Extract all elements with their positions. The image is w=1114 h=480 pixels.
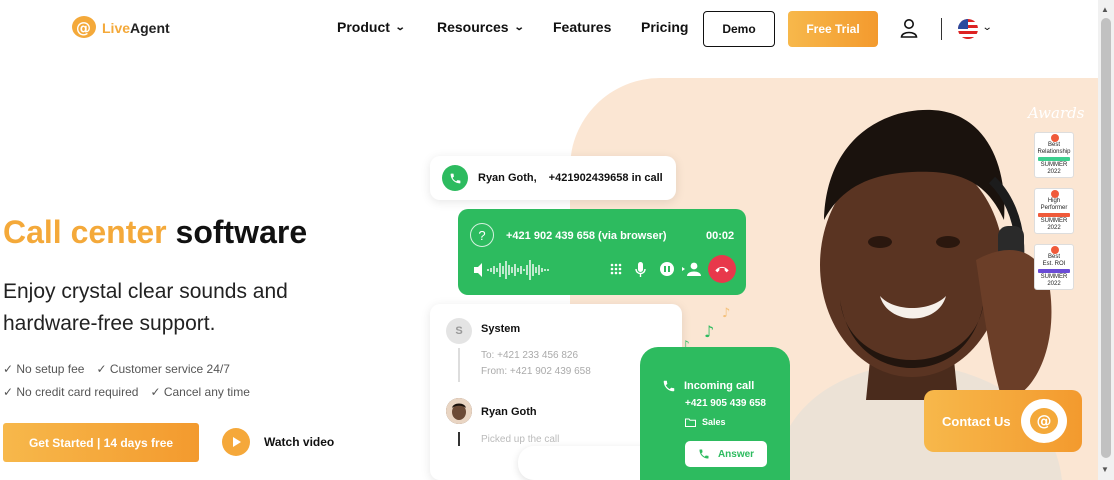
hero-title-accent: Call center bbox=[3, 214, 167, 250]
check-customer-service: ✓ Customer service 24/7 bbox=[96, 362, 230, 376]
g2-icon bbox=[1051, 246, 1059, 254]
transfer-user-icon[interactable] bbox=[682, 262, 701, 276]
agent-status: Picked up the call bbox=[481, 434, 560, 445]
nav-product[interactable]: Product ⌄ bbox=[337, 19, 406, 35]
award-badge-best-relationship: Best Relationship SUMMER 2022 bbox=[1034, 132, 1074, 178]
incoming-call-title: Incoming call bbox=[662, 379, 754, 393]
watch-video-label: Watch video bbox=[264, 435, 335, 449]
contact-us-label: Contact Us bbox=[942, 413, 1011, 429]
award-badge-high-performer: High Performer SUMMER 2022 bbox=[1034, 188, 1074, 234]
free-trial-button[interactable]: Free Trial bbox=[788, 11, 878, 47]
check-no-credit-card: ✓ No credit card required bbox=[3, 385, 139, 399]
logo-icon: @ bbox=[70, 14, 100, 42]
nav-product-label: Product bbox=[337, 19, 390, 35]
feature-checks-row-2: ✓ No credit card required ✓ Cancel any t… bbox=[3, 385, 250, 399]
caller-number: +421902439658 in call bbox=[548, 172, 663, 184]
incoming-call-card: Incoming call +421 905 439 658 Sales Ans… bbox=[640, 347, 790, 480]
call-from-number: From: +421 902 439 658 bbox=[481, 366, 591, 377]
phone-icon bbox=[663, 380, 675, 392]
feature-checks-row-1: ✓ No setup fee ✓ Customer service 24/7 bbox=[3, 362, 230, 376]
us-flag-icon[interactable] bbox=[958, 19, 978, 39]
timeline-line bbox=[458, 432, 460, 446]
phone-icon bbox=[699, 449, 709, 459]
chat-bubble-icon: @ bbox=[1021, 399, 1067, 443]
browser-call-card: ? +421 902 439 658 (via browser) 00:02 bbox=[458, 209, 746, 295]
pause-icon[interactable] bbox=[660, 262, 674, 276]
demo-button[interactable]: Demo bbox=[703, 11, 775, 47]
answer-label: Answer bbox=[717, 448, 755, 460]
g2-icon bbox=[1051, 190, 1059, 198]
system-name: System bbox=[481, 323, 521, 335]
audio-waveform bbox=[487, 260, 549, 280]
hang-up-icon bbox=[715, 266, 729, 273]
phone-icon bbox=[442, 165, 468, 191]
hero-subtitle: Enjoy crystal clear sounds and hardware-… bbox=[3, 280, 288, 335]
partial-card bbox=[518, 446, 658, 480]
call-timer: 00:02 bbox=[706, 230, 735, 242]
caller-name: Ryan Goth, bbox=[478, 172, 537, 184]
awards-title: Awards bbox=[1028, 104, 1085, 122]
call-controls bbox=[474, 260, 701, 280]
chevron-down-icon: ⌄ bbox=[513, 21, 525, 33]
timeline-line bbox=[458, 348, 460, 382]
liveagent-logo[interactable]: @ LiveAgent bbox=[70, 14, 170, 42]
call-to-number: To: +421 233 456 826 bbox=[481, 350, 579, 361]
chevron-down-icon[interactable]: ⌄ bbox=[982, 22, 993, 33]
music-note-icon: ♪ bbox=[722, 306, 731, 321]
top-nav: @ LiveAgent Product ⌄ Resources ⌄ Featur… bbox=[0, 0, 1114, 58]
department-label: Sales bbox=[702, 417, 726, 427]
scroll-up-arrow-icon[interactable]: ▲ bbox=[1101, 5, 1109, 14]
scroll-down-arrow-icon[interactable]: ▼ bbox=[1101, 465, 1109, 474]
nav-features[interactable]: Features bbox=[553, 19, 611, 35]
folder-icon bbox=[685, 418, 696, 427]
hang-up-button[interactable] bbox=[708, 255, 736, 283]
get-started-button[interactable]: Get Started | 14 days free bbox=[3, 423, 199, 462]
active-call-card: Ryan Goth, +421902439658 in call bbox=[430, 156, 676, 200]
award-badge-best-roi: Best Est. ROI SUMMER 2022 bbox=[1034, 244, 1074, 290]
logo-text: LiveAgent bbox=[102, 20, 170, 36]
agent-name: Ryan Goth bbox=[481, 406, 537, 418]
scrollbar-thumb[interactable] bbox=[1101, 18, 1111, 458]
nav-pricing[interactable]: Pricing bbox=[641, 19, 688, 35]
hero-title: Call center software bbox=[3, 214, 307, 251]
incoming-number: +421 905 439 658 bbox=[685, 398, 766, 409]
check-cancel-any-time: ✓ Cancel any time bbox=[150, 385, 250, 399]
nav-divider bbox=[941, 18, 942, 40]
microphone-icon[interactable] bbox=[635, 262, 646, 277]
check-no-setup-fee: ✓ No setup fee bbox=[3, 362, 85, 376]
g2-icon bbox=[1051, 134, 1059, 142]
watch-video-link[interactable]: Watch video bbox=[222, 428, 334, 456]
dialpad-icon[interactable] bbox=[610, 263, 622, 275]
incoming-call-label: Incoming call bbox=[684, 380, 755, 392]
hero-title-rest: software bbox=[175, 214, 308, 250]
play-icon bbox=[222, 428, 250, 456]
chevron-down-icon: ⌄ bbox=[394, 21, 406, 33]
volume-icon[interactable] bbox=[474, 263, 482, 277]
browser-call-number: +421 902 439 658 (via browser) bbox=[506, 230, 667, 242]
contact-us-widget[interactable]: Contact Us @ bbox=[924, 390, 1082, 452]
music-note-icon: ♪ bbox=[704, 322, 715, 341]
question-icon: ? bbox=[470, 223, 494, 247]
answer-button[interactable]: Answer bbox=[685, 441, 767, 467]
nav-resources-label: Resources bbox=[437, 19, 509, 35]
user-icon[interactable] bbox=[900, 18, 918, 38]
nav-resources[interactable]: Resources ⌄ bbox=[437, 19, 525, 35]
agent-avatar bbox=[446, 398, 472, 424]
system-avatar: S bbox=[446, 318, 472, 344]
incoming-department: Sales bbox=[685, 417, 726, 427]
